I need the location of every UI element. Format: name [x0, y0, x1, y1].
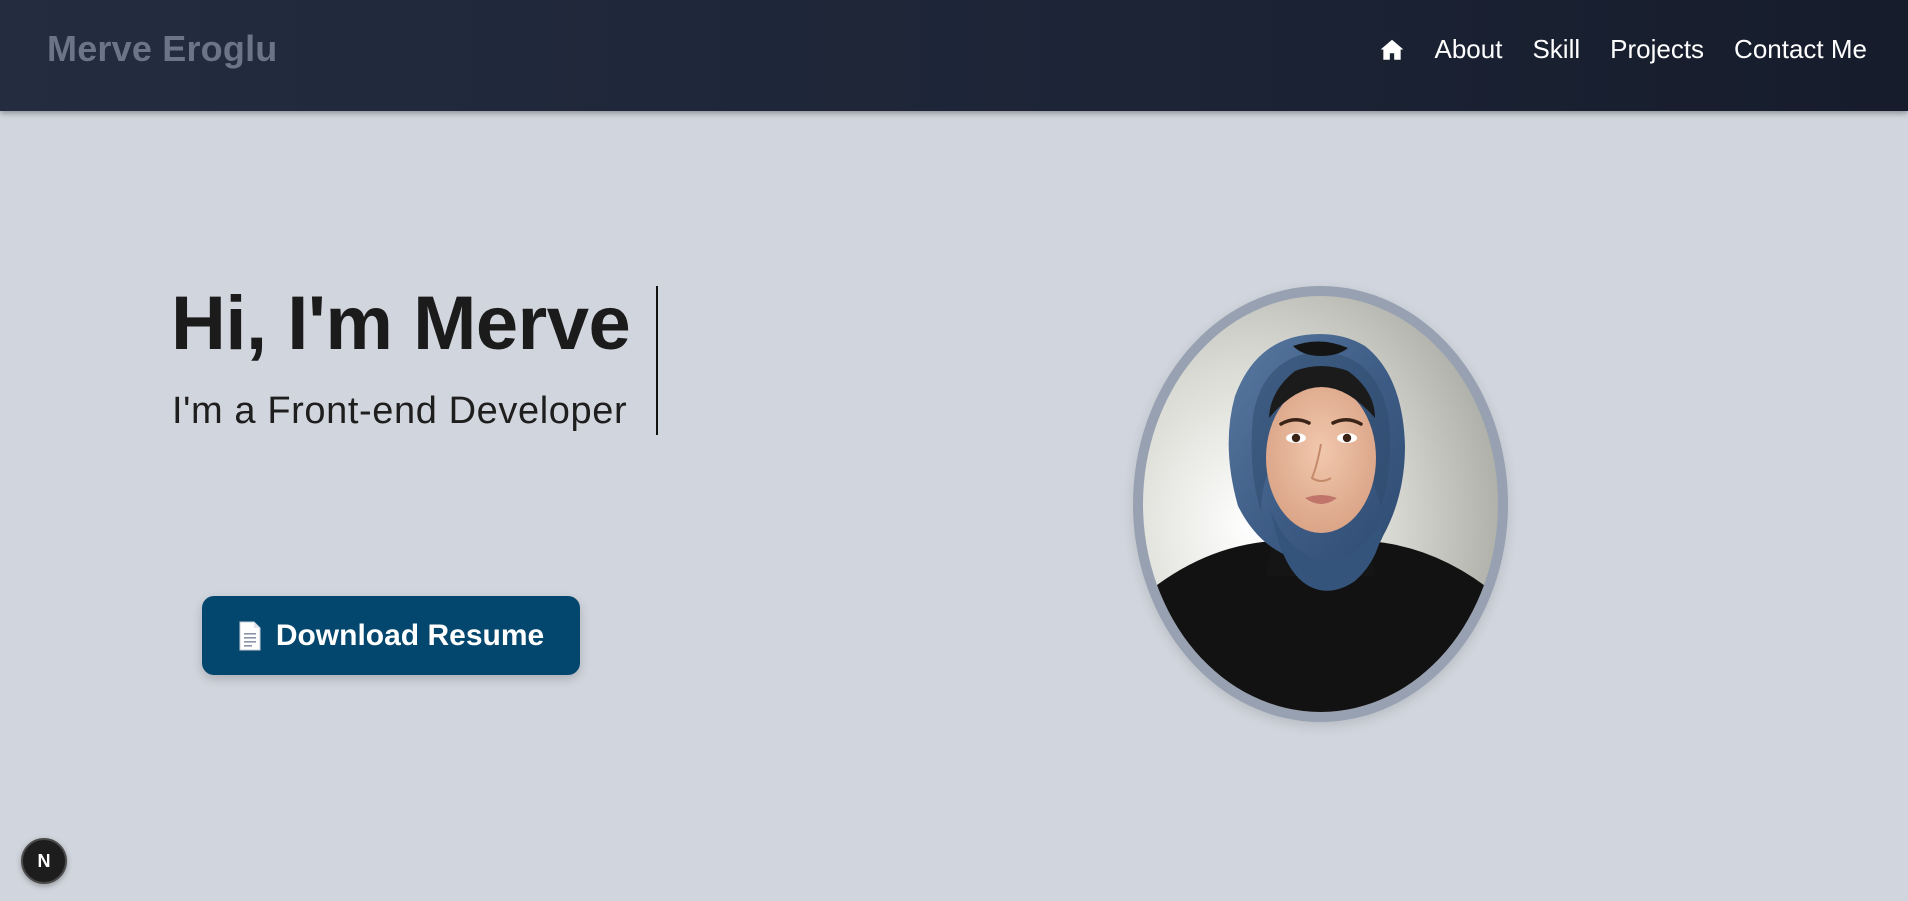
brand-logo-text[interactable]: Merve Eroglu: [47, 28, 277, 70]
profile-photo-frame: [1133, 286, 1508, 722]
hero-title: Hi, I'm Merve: [171, 281, 631, 366]
nav-link-projects[interactable]: Projects: [1610, 34, 1704, 65]
profile-photo: [1143, 296, 1498, 712]
nav-links: About Skill Projects Contact Me: [1379, 34, 1867, 65]
download-resume-button[interactable]: Download Resume: [202, 596, 580, 675]
nextjs-dev-badge[interactable]: N: [21, 838, 67, 884]
document-icon: [239, 621, 261, 650]
nav-link-contact[interactable]: Contact Me: [1734, 34, 1867, 65]
typing-caret: [656, 286, 658, 435]
home-icon[interactable]: [1379, 37, 1405, 63]
nav-link-skill[interactable]: Skill: [1532, 34, 1580, 65]
nav-link-about[interactable]: About: [1435, 34, 1503, 65]
hero-subtitle: I'm a Front-end Developer: [172, 390, 628, 432]
download-resume-label: Download Resume: [275, 618, 545, 652]
navbar: Merve Eroglu About Skill Projects Contac…: [0, 0, 1908, 111]
